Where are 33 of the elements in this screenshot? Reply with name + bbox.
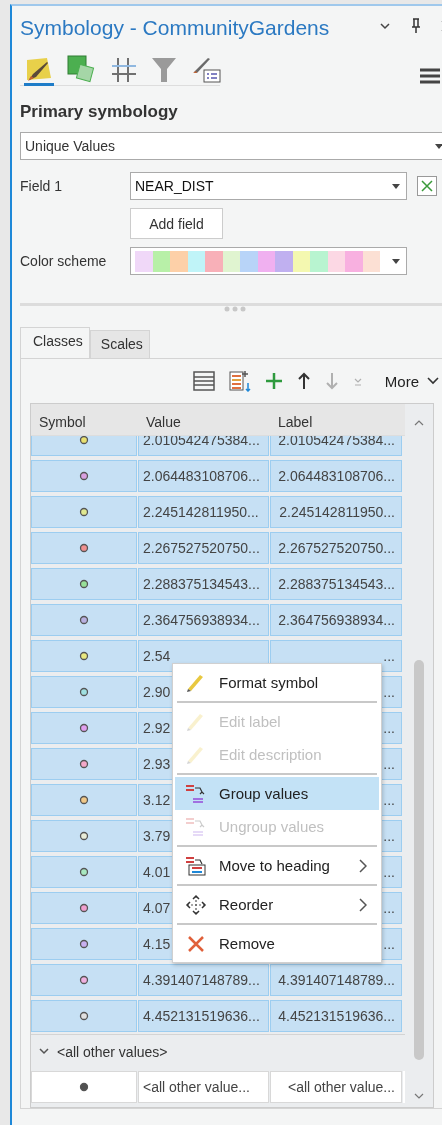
table-cell: 2.010542475384... xyxy=(138,436,269,456)
table-cell: 4.391407148789... xyxy=(270,964,402,996)
group-heading: <all other values> xyxy=(57,1044,168,1060)
renderer-dropdown[interactable]: Unique Values xyxy=(20,132,442,160)
section-title: Primary symbology xyxy=(20,102,179,122)
table-cell: 4.452131519636... xyxy=(138,1000,269,1032)
table-cell: 2.245142811950... xyxy=(138,496,269,528)
table-cell: 2.288375134543... xyxy=(138,568,269,600)
field-label: Field 1 xyxy=(20,178,64,194)
tab[interactable]: Scales xyxy=(89,330,150,358)
more-button[interactable]: More xyxy=(376,372,439,390)
field-label: Color scheme xyxy=(20,253,108,269)
column-header[interactable]: Label xyxy=(270,404,402,435)
menu-item[interactable]: Group values xyxy=(175,777,379,810)
window-title: Symbology - CommunityGardens xyxy=(20,16,330,40)
table-cell: 2.267527520750... xyxy=(138,532,269,564)
table-cell: 2.267527520750... xyxy=(270,532,402,564)
field-dropdown[interactable]: NEAR_DIST xyxy=(130,172,407,200)
tab[interactable]: Classes xyxy=(20,327,90,358)
table-cell: <all other value... xyxy=(270,1071,402,1103)
add-field-button[interactable]: Add field xyxy=(130,208,223,239)
table-cell: <all other value... xyxy=(138,1071,269,1103)
table-cell: 2.064483108706... xyxy=(270,460,402,492)
table-cell: 2.064483108706... xyxy=(138,460,269,492)
table-cell: 2.364756938934... xyxy=(270,604,402,636)
table-cell: 4.452131519636... xyxy=(270,1000,402,1032)
column-header[interactable]: Value xyxy=(138,404,269,435)
table-cell: 2.288375134543... xyxy=(270,568,402,600)
column-header[interactable]: Symbol xyxy=(31,404,137,435)
table-cell: 2.364756938934... xyxy=(138,604,269,636)
table-cell: 2.010542475384... xyxy=(270,436,402,456)
table-cell: 4.391407148789... xyxy=(138,964,269,996)
table-cell: 2.245142811950... xyxy=(270,496,402,528)
